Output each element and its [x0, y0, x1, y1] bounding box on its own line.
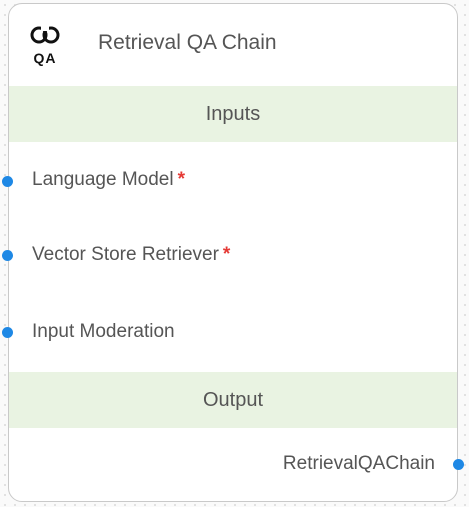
node-header: QA Retrieval QA Chain: [9, 4, 457, 86]
output-section-header: Output: [9, 372, 457, 428]
inputs-section-label: Inputs: [205, 102, 261, 125]
input-handle-language-model[interactable]: [2, 176, 13, 187]
output-section-label: Output: [202, 388, 264, 411]
input-label: Input Moderation: [32, 321, 175, 342]
output-retrieval-qa-chain: RetrievalQAChain: [282, 453, 435, 474]
retrieval-qa-chain-node[interactable]: QA Retrieval QA Chain Inputs Language Mo…: [8, 3, 458, 502]
retrieval-qa-chain-icon: QA: [23, 22, 67, 68]
chain-link-icon: [30, 26, 60, 44]
input-handle-input-moderation[interactable]: [2, 327, 13, 338]
input-label: Vector Store Retriever: [32, 244, 219, 265]
input-moderation: Input Moderation: [32, 321, 175, 343]
input-handle-vector-store-retriever[interactable]: [2, 250, 13, 261]
output-handle-retrieval-qa-chain[interactable]: [453, 459, 464, 470]
node-title: Retrieval QA Chain: [98, 31, 277, 54]
required-marker: *: [177, 169, 185, 190]
input-vector-store-retriever: Vector Store Retriever *: [32, 244, 230, 266]
icon-text: QA: [33, 50, 57, 66]
inputs-section-header: Inputs: [9, 86, 457, 142]
input-label: Language Model: [32, 169, 174, 190]
input-language-model: Language Model *: [32, 169, 185, 191]
required-marker: *: [222, 244, 231, 265]
